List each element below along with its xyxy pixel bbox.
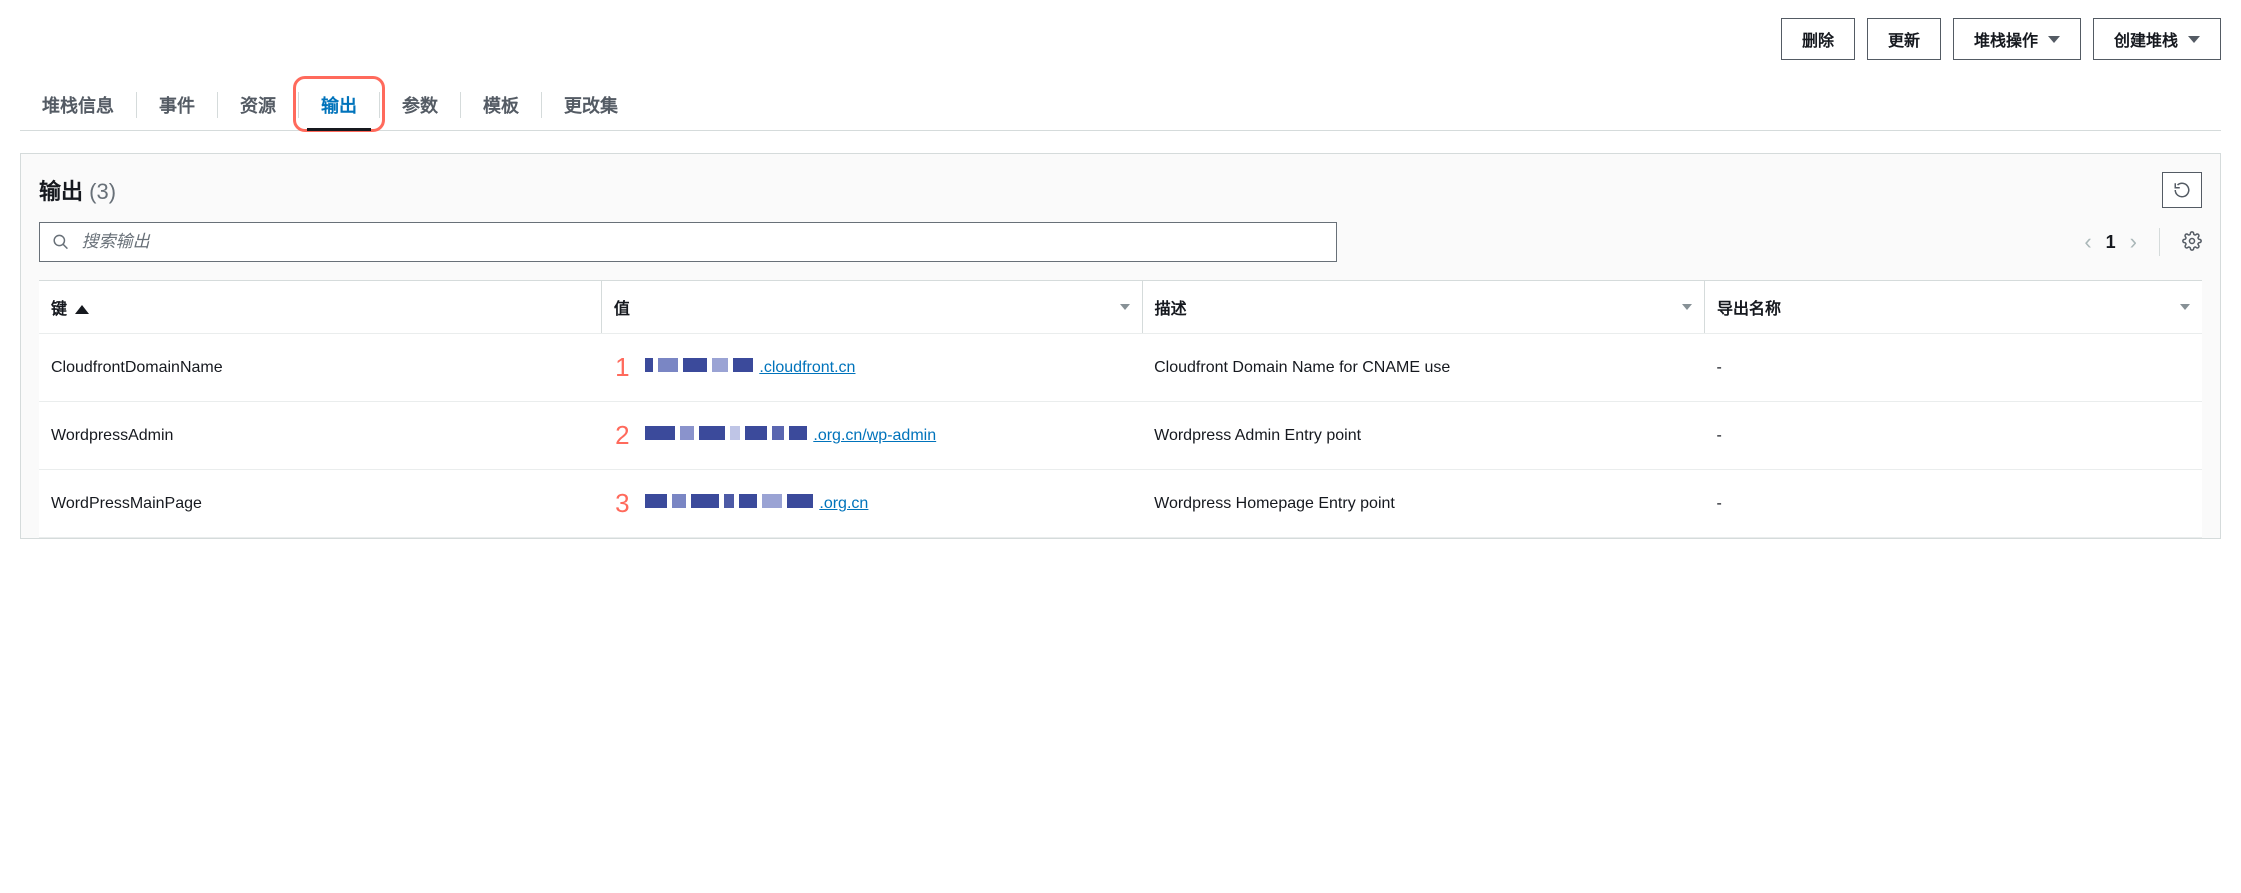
tab-label: 事件 <box>159 96 195 116</box>
tab-outputs[interactable]: 输出 <box>299 80 379 130</box>
col-value-label: 值 <box>614 301 630 318</box>
caret-down-icon <box>1120 304 1130 310</box>
value-suffix: .org.cn <box>819 495 868 512</box>
table-row: WordpressAdmin 2 .org.cn/wp-admin Wordpr… <box>39 402 2202 470</box>
search-input[interactable] <box>80 231 1324 253</box>
panel-header: 输出 (3) <box>39 172 2202 208</box>
value-link[interactable]: .org.cn <box>645 494 868 513</box>
cell-export: - <box>1705 334 2203 402</box>
value-link[interactable]: .org.cn/wp-admin <box>645 426 936 445</box>
gear-icon <box>2182 231 2202 251</box>
update-button-label: 更新 <box>1888 27 1920 51</box>
pagination: ‹ 1 › <box>2084 229 2137 255</box>
delete-button[interactable]: 删除 <box>1781 18 1855 60</box>
caret-down-icon <box>2048 36 2060 43</box>
tab-resources[interactable]: 资源 <box>218 80 298 130</box>
cell-description: Cloudfront Domain Name for CNAME use <box>1142 334 1704 402</box>
tab-changesets[interactable]: 更改集 <box>542 80 640 130</box>
tab-bar: 堆栈信息 事件 资源 输出 参数 模板 更改集 <box>20 80 2221 131</box>
toolbar-row: ‹ 1 › <box>39 222 2202 262</box>
col-key-label: 键 <box>51 301 67 318</box>
col-export-name-label: 导出名称 <box>1717 301 1781 318</box>
redacted-content <box>645 358 753 372</box>
cell-value: 2 .org.cn/wp-admin <box>601 402 1142 470</box>
cell-description: Wordpress Admin Entry point <box>1142 402 1704 470</box>
outputs-panel: 输出 (3) ‹ 1 › <box>20 153 2221 539</box>
page-number: 1 <box>2106 232 2116 253</box>
create-stack-button[interactable]: 创建堆栈 <box>2093 18 2221 60</box>
search-icon <box>52 233 70 251</box>
value-link[interactable]: .cloudfront.cn <box>645 358 855 377</box>
caret-down-icon <box>1682 304 1692 310</box>
create-stack-label: 创建堆栈 <box>2114 27 2178 51</box>
cell-export: - <box>1705 470 2203 538</box>
panel-count: (3) <box>89 179 116 204</box>
annotation-number: 1 <box>613 352 631 383</box>
value-suffix: .org.cn/wp-admin <box>813 427 936 444</box>
stack-operations-label: 堆栈操作 <box>1974 27 2038 51</box>
next-page-button[interactable]: › <box>2130 229 2137 255</box>
cell-key: WordPressMainPage <box>39 470 601 538</box>
cell-key: CloudfrontDomainName <box>39 334 601 402</box>
sort-asc-icon <box>75 305 89 314</box>
annotation-number: 2 <box>613 420 631 451</box>
tab-events[interactable]: 事件 <box>137 80 217 130</box>
settings-button[interactable] <box>2182 231 2202 254</box>
delete-button-label: 删除 <box>1802 27 1834 51</box>
cell-export: - <box>1705 402 2203 470</box>
table-row: WordPressMainPage 3 .org.cn Wordpress Ho… <box>39 470 2202 538</box>
annotation-number: 3 <box>613 488 631 519</box>
panel-title: 输出 (3) <box>39 174 116 206</box>
col-value[interactable]: 值 <box>601 281 1142 334</box>
table-row: CloudfrontDomainName 1 .cloudfront.cn Cl… <box>39 334 2202 402</box>
redacted-content <box>645 426 807 440</box>
tab-label: 堆栈信息 <box>42 96 114 116</box>
col-key[interactable]: 键 <box>39 281 601 334</box>
panel-title-text: 输出 <box>39 179 83 204</box>
prev-page-button[interactable]: ‹ <box>2084 229 2091 255</box>
search-box[interactable] <box>39 222 1337 262</box>
refresh-button[interactable] <box>2162 172 2202 208</box>
caret-down-icon <box>2188 36 2200 43</box>
tab-parameters[interactable]: 参数 <box>380 80 460 130</box>
divider <box>2159 228 2160 256</box>
tab-template[interactable]: 模板 <box>461 80 541 130</box>
cell-value: 3 .org.cn <box>601 470 1142 538</box>
refresh-icon <box>2173 181 2191 199</box>
tab-label: 输出 <box>321 96 357 116</box>
col-description[interactable]: 描述 <box>1142 281 1704 334</box>
cell-value: 1 .cloudfront.cn <box>601 334 1142 402</box>
action-bar: 删除 更新 堆栈操作 创建堆栈 <box>20 8 2221 80</box>
table-header-row: 键 值 描述 导出名称 <box>39 281 2202 334</box>
tab-label: 资源 <box>240 96 276 116</box>
tab-stack-info[interactable]: 堆栈信息 <box>20 80 136 130</box>
caret-down-icon <box>2180 304 2190 310</box>
stack-operations-button[interactable]: 堆栈操作 <box>1953 18 2081 60</box>
tab-label: 参数 <box>402 96 438 116</box>
redacted-content <box>645 494 813 508</box>
col-description-label: 描述 <box>1155 301 1187 318</box>
outputs-table: 键 值 描述 导出名称 <box>39 280 2202 538</box>
col-export-name[interactable]: 导出名称 <box>1705 281 2203 334</box>
tab-label: 更改集 <box>564 96 618 116</box>
cell-description: Wordpress Homepage Entry point <box>1142 470 1704 538</box>
tab-label: 模板 <box>483 96 519 116</box>
value-suffix: .cloudfront.cn <box>759 359 855 376</box>
cell-key: WordpressAdmin <box>39 402 601 470</box>
update-button[interactable]: 更新 <box>1867 18 1941 60</box>
